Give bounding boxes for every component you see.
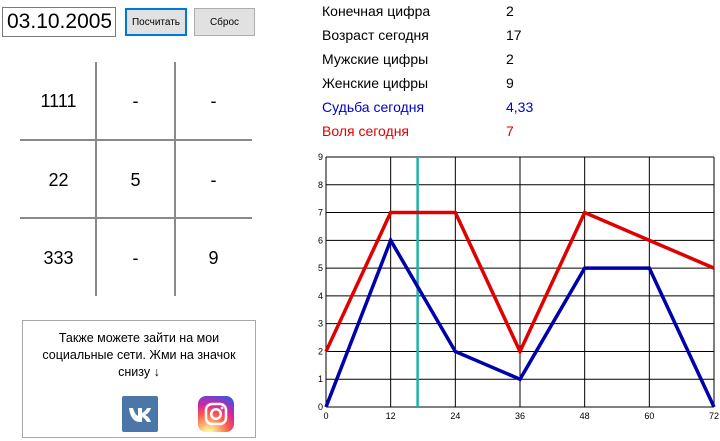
instagram-logo-glyph [204,402,228,426]
y-tick-label: 7 [318,208,323,218]
stat-label-age: Возраст сегодня [322,27,429,43]
numerology-square: 1111 - - 22 5 - 333 - 9 [20,62,252,296]
grid-cell: 9 [208,247,219,268]
y-tick-label: 8 [318,180,323,190]
x-tick-label: 12 [386,411,396,421]
stat-value-male-digits: 2 [506,51,514,67]
stat-label-fate: Судьба сегодня [322,99,425,115]
x-tick-label: 36 [515,411,525,421]
grid-cell: - [132,247,139,268]
y-tick-label: 1 [318,374,323,384]
stat-value-final-digit: 2 [506,3,514,19]
calculate-button[interactable]: Посчитать [125,8,187,36]
stat-value-age: 17 [506,27,522,43]
reset-button[interactable]: Сброс [194,8,255,36]
grid-cell: - [210,90,217,111]
social-text: Также можете зайти на мои социальные сет… [42,331,236,379]
instagram-icon[interactable] [198,396,234,432]
grid-cell: 5 [130,169,141,190]
grid-cell: 333 [43,247,74,268]
y-tick-label: 3 [318,319,323,329]
y-tick-label: 0 [318,402,323,412]
grid-cell: 22 [48,169,69,190]
vk-logo-glyph [129,408,151,422]
grid-cell: - [132,90,139,111]
birth-date-input[interactable] [2,7,116,37]
y-tick-label: 2 [318,346,323,356]
x-tick-label: 48 [580,411,590,421]
stat-value-female-digits: 9 [506,75,514,91]
life-chart: 01234567890 12 24 36 48 60 72 [318,152,719,421]
x-tick-label: 24 [450,411,460,421]
stat-value-fate: 4,33 [506,99,534,115]
y-tick-label: 5 [318,263,323,273]
x-tick-label: 60 [644,411,654,421]
grid-cell: 1111 [40,90,77,111]
stat-label-female-digits: Женские цифры [322,75,429,91]
stat-label-final-digit: Конечная цифра [322,3,431,19]
y-tick-label: 6 [318,235,323,245]
grid-cell: - [210,169,217,190]
y-tick-label: 9 [318,152,323,162]
x-tick-label: 0 [323,411,328,421]
x-tick-label: 72 [709,411,719,421]
stat-label-male-digits: Мужские цифры [322,51,429,67]
y-tick-label: 4 [318,291,323,301]
stat-label-will: Воля сегодня [322,123,410,139]
vk-icon[interactable] [122,396,158,432]
stat-value-will: 7 [506,123,514,139]
